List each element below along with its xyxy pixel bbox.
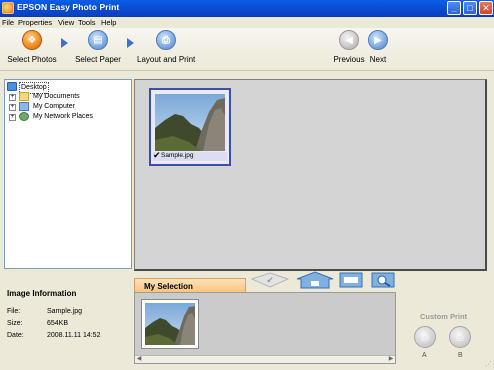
- select-photos-button[interactable]: ❖ Select Photos: [6, 30, 58, 64]
- custom-print-a-button[interactable]: ⎙: [414, 326, 436, 348]
- menu-help[interactable]: Help: [101, 17, 116, 28]
- tree-item-desktop[interactable]: Desktop: [7, 82, 117, 94]
- custom-print-b-button[interactable]: ⎙: [449, 326, 471, 348]
- select-all-icon[interactable]: ✔: [250, 271, 290, 289]
- layout-icon[interactable]: [339, 271, 363, 289]
- custom-print-a-label: A: [422, 352, 427, 359]
- desktop-icon: [7, 82, 17, 91]
- tree-label-my-network-places: My Network Places: [33, 113, 93, 120]
- view-toggle-icon[interactable]: [295, 271, 335, 289]
- photo-image: [155, 94, 225, 151]
- minimize-button[interactable]: _: [447, 1, 461, 15]
- layout-and-print-label: Layout and Print: [137, 55, 196, 64]
- date-value: 2008.11.11 14:52: [47, 332, 101, 339]
- photo-browser[interactable]: ✔ Sample.jpg: [134, 79, 487, 271]
- step-arrow-icon: [127, 38, 134, 48]
- printer-icon: ⎙: [456, 332, 464, 342]
- tree-label-my-documents: My Documents: [33, 93, 80, 100]
- selection-scrollbar[interactable]: ◀ ▶: [135, 355, 395, 363]
- folder-icon: [19, 92, 29, 101]
- photo-icon: ❖: [22, 30, 42, 50]
- file-label: File:: [7, 308, 21, 315]
- paper-icon: ▤: [88, 30, 108, 50]
- checkmark-icon[interactable]: ✔: [153, 150, 161, 161]
- app-icon: [2, 2, 14, 14]
- resize-grip-icon[interactable]: ⋰: [485, 360, 492, 368]
- photo-thumbnail[interactable]: ✔ Sample.jpg: [149, 88, 231, 166]
- custom-print-label: Custom Print: [420, 312, 468, 321]
- my-selection-tab[interactable]: My Selection: [134, 278, 246, 293]
- menu-tools[interactable]: Tools: [78, 17, 96, 28]
- tree-label-my-computer: My Computer: [33, 103, 76, 110]
- network-icon: [19, 112, 29, 121]
- date-label: Date:: [7, 332, 24, 339]
- tree-item-my-network-places[interactable]: + My Network Places: [9, 112, 119, 122]
- arrow-left-icon: ◀: [339, 30, 359, 50]
- selected-photo-thumbnail[interactable]: [141, 299, 199, 349]
- step-arrow-icon: [61, 38, 68, 48]
- computer-icon: [19, 102, 29, 111]
- menu-view[interactable]: View: [58, 17, 74, 28]
- menu-file[interactable]: File: [2, 17, 14, 28]
- scroll-right-icon[interactable]: ▶: [387, 356, 395, 363]
- layout-and-print-button[interactable]: ⎙ Layout and Print: [137, 30, 195, 64]
- svg-text:✔: ✔: [266, 275, 274, 285]
- title-bar: EPSON Easy Photo Print _ □ ✕: [0, 0, 494, 17]
- next-label: Next: [369, 55, 387, 64]
- selected-photo-image: [145, 303, 195, 345]
- zoom-icon[interactable]: [371, 271, 395, 289]
- previous-label: Previous: [333, 55, 365, 64]
- image-information-panel: Image Information File: Sample.jpg Size:…: [0, 273, 130, 365]
- expand-icon[interactable]: +: [9, 104, 16, 111]
- menu-bar: File Properties View Tools Help: [0, 17, 494, 28]
- custom-print-b-label: B: [458, 352, 463, 359]
- tree-item-my-computer[interactable]: + My Computer: [9, 102, 119, 112]
- select-photos-label: Select Photos: [7, 55, 57, 64]
- photo-caption-bar: ✔ Sample.jpg: [153, 150, 227, 161]
- image-information-heading: Image Information: [7, 289, 77, 298]
- tree-item-my-documents[interactable]: + My Documents: [9, 92, 119, 102]
- maximize-button[interactable]: □: [463, 1, 477, 15]
- my-selection-label: My Selection: [144, 282, 193, 291]
- window-title: EPSON Easy Photo Print: [17, 2, 120, 12]
- previous-button[interactable]: ◀ Previous: [332, 30, 366, 64]
- arrow-right-icon: ▶: [368, 30, 388, 50]
- printer-icon: ⎙: [156, 30, 176, 50]
- toolbar: ❖ Select Photos ▤ Select Paper ⎙ Layout …: [0, 28, 494, 71]
- menu-properties[interactable]: Properties: [18, 17, 52, 28]
- scroll-left-icon[interactable]: ◀: [135, 356, 143, 363]
- folder-tree[interactable]: Desktop + My Documents + My Computer + M…: [4, 79, 132, 269]
- select-paper-label: Select Paper: [75, 55, 121, 64]
- size-label: Size:: [7, 320, 23, 327]
- select-paper-button[interactable]: ▤ Select Paper: [73, 30, 123, 64]
- printer-icon: ⎙: [421, 332, 429, 342]
- next-button[interactable]: ▶ Next: [367, 30, 389, 64]
- my-selection-strip[interactable]: ◀ ▶: [134, 292, 396, 364]
- file-value: Sample.jpg: [47, 308, 83, 315]
- close-button[interactable]: ✕: [479, 1, 493, 15]
- expand-icon[interactable]: +: [9, 114, 16, 121]
- size-value: 654KB: [47, 320, 69, 327]
- photo-filename: Sample.jpg: [161, 152, 194, 159]
- expand-icon[interactable]: +: [9, 94, 16, 101]
